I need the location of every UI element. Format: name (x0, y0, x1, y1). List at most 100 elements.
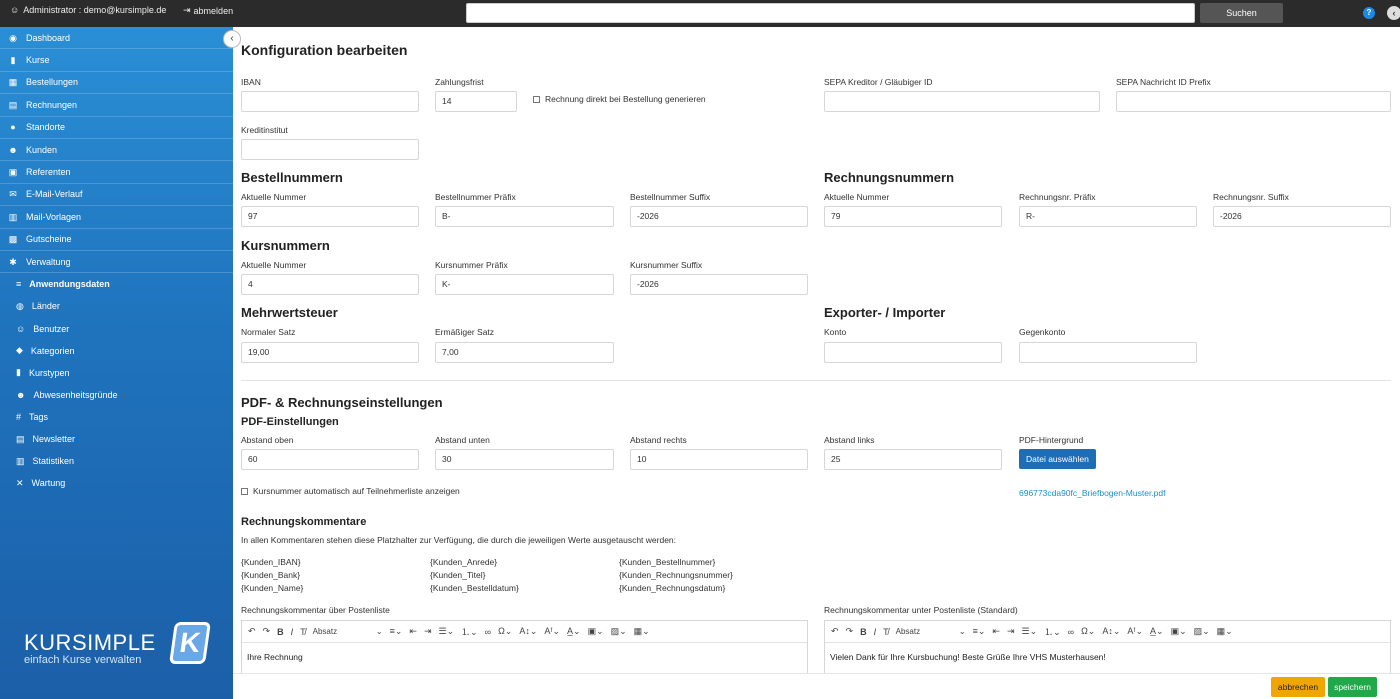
sidebar-item-mail-vorlagen[interactable]: ▥ Mail-Vorlagen (0, 206, 233, 229)
bold-icon[interactable]: B (277, 627, 284, 637)
bold-icon[interactable]: B (860, 627, 867, 637)
outdent-icon[interactable]: ⇤ (992, 626, 1000, 637)
search-input[interactable] (466, 3, 1195, 23)
abstand-links-input[interactable]: 25 (824, 449, 1002, 470)
sidebar-item-bestellungen[interactable]: ▦ Bestellungen (0, 72, 233, 95)
sepa-prefix-input[interactable] (1116, 91, 1391, 112)
sidebar-item-dashboard[interactable]: ◉ Dashboard (0, 27, 233, 50)
bullet-list-icon[interactable]: ☰⌄ (439, 626, 455, 637)
paragraph-format-select[interactable]: Absatz ⌄ (313, 627, 383, 636)
bestell-current-input[interactable]: 97 (241, 206, 419, 227)
users-icon: ☻ (8, 144, 18, 155)
checkbox-box[interactable] (533, 95, 540, 103)
iban-input[interactable] (241, 91, 419, 112)
sidebar-subitem-kurstypen[interactable]: ▮ Kurstypen (0, 362, 233, 384)
link-icon[interactable]: ∞ (485, 627, 491, 637)
save-button[interactable]: speichern (1328, 677, 1377, 697)
italic-icon[interactable]: I (874, 627, 877, 637)
bestell-prefix-input[interactable]: B- (435, 206, 614, 227)
table-icon[interactable]: ▦⌄ (1217, 626, 1233, 637)
table-icon[interactable]: ▦⌄ (634, 626, 650, 637)
abstand-rechts-input[interactable]: 10 (630, 449, 808, 470)
rechnung-current-input[interactable]: 79 (824, 206, 1002, 227)
rechnung-prefix-input[interactable]: R- (1019, 206, 1197, 227)
sidebar-item-rechnungen[interactable]: ▤ Rechnungen (0, 94, 233, 117)
abstand-oben-input[interactable]: 60 (241, 449, 419, 470)
rechnung-suffix-input[interactable]: -2026 (1213, 206, 1391, 227)
media-icon[interactable]: ▣⌄ (588, 626, 604, 637)
logout-link[interactable]: ⇥ abmelden (183, 5, 233, 16)
comment-above-editor[interactable]: ↶ ↷ B I T̸ Absatz ⌄ ≡⌄ ⇤ ⇥ ☰⌄ ⒈⌄ ∞ Ω⌄ A↕⌄… (241, 620, 808, 673)
clear-format-icon[interactable]: T̸ (883, 627, 889, 637)
font-family-icon[interactable]: Aᶠ⌄ (544, 626, 560, 637)
special-char-icon[interactable]: Ω⌄ (498, 626, 512, 637)
comment-below-editor[interactable]: ↶ ↷ B I T̸ Absatz ⌄ ≡⌄ ⇤ ⇥ ☰⌄ ⒈⌄ ∞ Ω⌄ A↕⌄… (824, 620, 1391, 673)
bullet-list-icon[interactable]: ☰⌄ (1022, 626, 1038, 637)
konto-input[interactable] (824, 342, 1002, 363)
comment-above-text[interactable]: Ihre Rechnung (242, 643, 807, 671)
sidebar-item-gutscheine[interactable]: ▩ Gutscheine (0, 229, 233, 251)
kurs-suffix-input[interactable]: -2026 (630, 274, 808, 295)
gegenkonto-input[interactable] (1019, 342, 1197, 363)
link-icon[interactable]: ∞ (1068, 627, 1074, 637)
pdf-bg-file-link[interactable]: 696773cda90fc_Briefbogen-Muster.pdf (1019, 488, 1166, 498)
kurs-current-input[interactable]: 4 (241, 274, 419, 295)
zahlungsfrist-input[interactable]: 14 (435, 91, 517, 112)
image-icon[interactable]: ▨⌄ (611, 626, 627, 637)
align-icon[interactable]: ≡⌄ (973, 626, 986, 637)
font-color-icon[interactable]: A̲⌄ (1150, 626, 1164, 637)
sidebar-item-standorte[interactable]: ● Standorte (0, 117, 233, 139)
comment-below-text[interactable]: Vielen Dank für Ihre Kursbuchung! Beste … (825, 643, 1390, 671)
redo-icon[interactable]: ↷ (263, 626, 271, 637)
special-char-icon[interactable]: Ω⌄ (1081, 626, 1095, 637)
numbered-list-icon[interactable]: ⒈⌄ (461, 625, 478, 638)
choose-file-button[interactable]: Datei auswählen (1019, 449, 1096, 469)
sidebar-item-verwaltung[interactable]: ✱ Verwaltung (0, 251, 233, 274)
sidebar-subitem-kategorien[interactable]: ◆ Kategorien (0, 340, 233, 362)
cancel-button[interactable]: abbrechen (1271, 677, 1325, 697)
sidebar-subitem-abwesenheitsgr-nde[interactable]: ☻ Abwesenheitsgründe (0, 384, 233, 406)
sidebar-subitem-anwendungsdaten[interactable]: ≡ Anwendungsdaten (0, 273, 233, 295)
font-family-icon[interactable]: Aᶠ⌄ (1127, 626, 1143, 637)
kreditinstitut-input[interactable] (241, 139, 419, 160)
font-size-icon[interactable]: A↕⌄ (1102, 626, 1120, 637)
rechnung-direkt-checkbox[interactable]: Rechnung direkt bei Bestellung generiere… (533, 94, 706, 104)
redo-icon[interactable]: ↷ (846, 626, 854, 637)
bestell-suffix-input[interactable]: -2026 (630, 206, 808, 227)
italic-icon[interactable]: I (291, 627, 294, 637)
sepa-creditor-input[interactable] (824, 91, 1100, 112)
collapse-right-icon[interactable]: ‹ (1387, 6, 1400, 20)
numbered-list-icon[interactable]: ⒈⌄ (1044, 625, 1061, 638)
font-color-icon[interactable]: A̲⌄ (567, 626, 581, 637)
sidebar-subitem-wartung[interactable]: ✕ Wartung (0, 472, 233, 494)
sidebar-item-kunden[interactable]: ☻ Kunden (0, 139, 233, 162)
mwst-normal-input[interactable]: 19,00 (241, 342, 419, 363)
align-icon[interactable]: ≡⌄ (390, 626, 403, 637)
paragraph-format-select[interactable]: Absatz ⌄ (896, 627, 966, 636)
kurs-prefix-input[interactable]: K- (435, 274, 614, 295)
media-icon[interactable]: ▣⌄ (1171, 626, 1187, 637)
outdent-icon[interactable]: ⇤ (409, 626, 417, 637)
abstand-unten-input[interactable]: 30 (435, 449, 614, 470)
clear-format-icon[interactable]: T̸ (300, 627, 306, 637)
search-button[interactable]: Suchen (1200, 3, 1283, 23)
sidebar-item-kurse[interactable]: ▮ Kurse (0, 49, 233, 72)
sidebar-subitem-l-nder[interactable]: ◍ Länder (0, 295, 233, 317)
kursnummer-checkbox[interactable]: Kursnummer automatisch auf Teilnehmerlis… (241, 486, 460, 496)
help-icon[interactable]: ? (1363, 7, 1375, 19)
image-icon[interactable]: ▨⌄ (1194, 626, 1210, 637)
sidebar-item-referenten[interactable]: ▣ Referenten (0, 161, 233, 184)
font-size-icon[interactable]: A↕⌄ (519, 626, 537, 637)
mwst-reduced-input[interactable]: 7,00 (435, 342, 614, 363)
sidebar-subitem-newsletter[interactable]: ▤ Newsletter (0, 428, 233, 450)
sidebar-subitem-tags[interactable]: # Tags (0, 406, 233, 428)
sidebar-subitem-benutzer[interactable]: ☺ Benutzer (0, 317, 233, 339)
indent-icon[interactable]: ⇥ (424, 626, 432, 637)
undo-icon[interactable]: ↶ (831, 626, 839, 637)
sidebar-item-e-mail-verlauf[interactable]: ✉ E-Mail-Verlauf (0, 184, 233, 207)
checkbox-box[interactable] (241, 487, 248, 495)
sidebar-subitem-statistiken[interactable]: ▥ Statistiken (0, 450, 233, 472)
undo-icon[interactable]: ↶ (248, 626, 256, 637)
indent-icon[interactable]: ⇥ (1007, 626, 1015, 637)
sidebar-toggle-button[interactable]: ‹ (223, 30, 241, 48)
